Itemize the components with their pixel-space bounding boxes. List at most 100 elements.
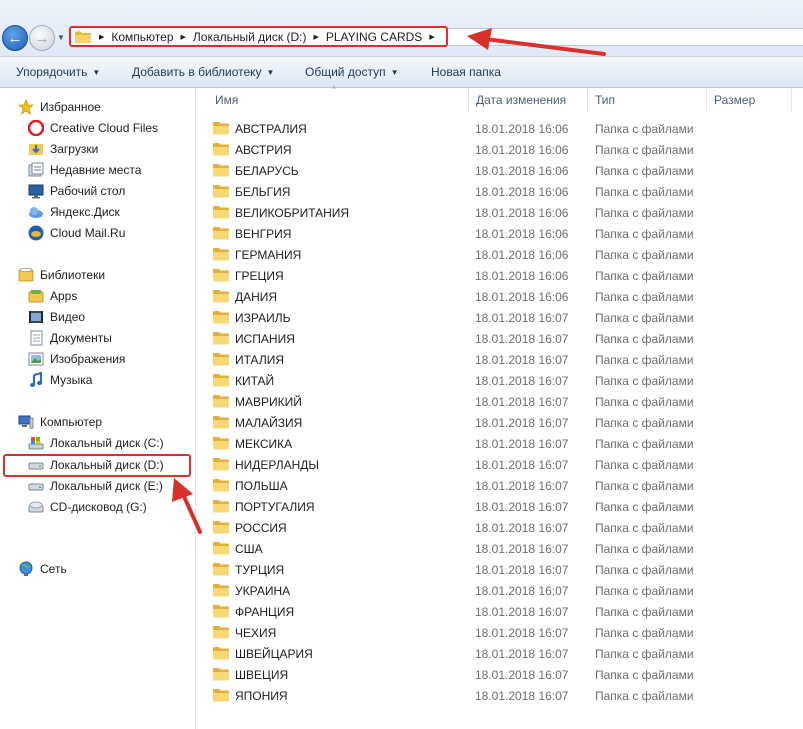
nav-favorites[interactable]: Избранное (18, 96, 101, 117)
table-row[interactable]: БЕЛЬГИЯ 18.01.2018 16:06 Папка с файлами (197, 181, 803, 202)
table-row[interactable]: ТУРЦИЯ 18.01.2018 16:07 Папка с файлами (197, 559, 803, 580)
column-divider[interactable] (706, 88, 707, 112)
downloads-folder-icon (28, 141, 44, 157)
nav-recent-places[interactable]: Недавние места (28, 159, 141, 180)
column-header-name[interactable]: Имя (215, 93, 238, 107)
recent-pages-dropdown[interactable]: ▼ (57, 33, 65, 42)
nav-yandex-disk[interactable]: Яндекс.Диск (28, 201, 120, 222)
nav-desktop[interactable]: Рабочий стол (28, 180, 125, 201)
network-icon (18, 561, 34, 577)
nav-apps[interactable]: Apps (28, 285, 77, 306)
forward-button[interactable]: → (29, 25, 55, 51)
table-row[interactable]: ПОЛЬША 18.01.2018 16:07 Папка с файлами (197, 475, 803, 496)
new-folder-button[interactable]: Новая папка (423, 65, 509, 79)
address-field-empty-area[interactable] (448, 28, 803, 46)
drive-icon (28, 478, 44, 494)
pictures-library-icon (28, 351, 44, 367)
column-header-type[interactable]: Тип (595, 93, 615, 107)
nav-libraries[interactable]: Библиотеки (18, 264, 105, 285)
table-row[interactable]: МАЛАЙЗИЯ 18.01.2018 16:07 Папка с файлами (197, 412, 803, 433)
system-drive-icon (28, 435, 44, 451)
file-name: ВЕНГРИЯ (235, 227, 292, 241)
table-row[interactable]: НИДЕРЛАНДЫ 18.01.2018 16:07 Папка с файлам… (197, 454, 803, 475)
file-name: РОССИЯ (235, 521, 287, 535)
column-divider[interactable] (587, 88, 588, 112)
column-header-size[interactable]: Размер (714, 93, 755, 107)
video-library-icon (28, 309, 44, 325)
table-row[interactable]: ФРАНЦИЯ 18.01.2018 16:07 Папка с файлами (197, 601, 803, 622)
back-button[interactable]: ← (2, 25, 28, 51)
table-row[interactable]: США 18.01.2018 16:07 Папка с файлами (197, 538, 803, 559)
breadcrumb-root-chevron[interactable]: ▶ (97, 33, 111, 41)
folder-icon (213, 121, 229, 135)
nav-creative-cloud-files[interactable]: Creative Cloud Files (28, 117, 158, 138)
share-button[interactable]: Общий доступ ▼ (297, 65, 407, 79)
table-row[interactable]: ИСПАНИЯ 18.01.2018 16:07 Папка с файлами (197, 328, 803, 349)
table-row[interactable]: ПОРТУГАЛИЯ 18.01.2018 16:07 Папка с файлам… (197, 496, 803, 517)
table-row[interactable]: АВСТРАЛИЯ 18.01.2018 16:06 Папка с файлами (197, 118, 803, 139)
table-row[interactable]: ЯПОНИЯ 18.01.2018 16:07 Папка с файлами (197, 685, 803, 706)
folder-icon (213, 205, 229, 219)
yandex-disk-icon (28, 204, 44, 220)
table-row[interactable]: РОССИЯ 18.01.2018 16:07 Папка с файлами (197, 517, 803, 538)
column-divider[interactable] (468, 88, 469, 112)
organize-button[interactable]: Упорядочить ▼ (8, 65, 108, 79)
file-date: 18.01.2018 16:06 (475, 290, 569, 304)
nav-disk-e[interactable]: Локальный диск (E:) (28, 475, 163, 496)
file-name: КИТАЙ (235, 374, 275, 388)
nav-pictures[interactable]: Изображения (28, 348, 125, 369)
table-row[interactable]: ВЕНГРИЯ 18.01.2018 16:06 Папка с файлами (197, 223, 803, 244)
breadcrumb-playing-cards[interactable]: PLAYING CARDS ▶ (326, 30, 442, 44)
column-divider[interactable] (791, 88, 792, 112)
nav-documents[interactable]: Документы (28, 327, 112, 348)
file-date: 18.01.2018 16:06 (475, 122, 569, 136)
table-row[interactable]: ДАНИЯ 18.01.2018 16:06 Папка с файлами (197, 286, 803, 307)
folder-icon (213, 394, 229, 408)
table-row[interactable]: ГЕРМАНИЯ 18.01.2018 16:06 Папка с файлами (197, 244, 803, 265)
nav-disk-c[interactable]: Локальный диск (C:) (28, 432, 164, 453)
table-row[interactable]: ШВЕЦИЯ 18.01.2018 16:07 Папка с файлами (197, 664, 803, 685)
folder-icon (213, 457, 229, 471)
nav-computer[interactable]: Компьютер (18, 411, 102, 432)
table-row[interactable]: АВСТРИЯ 18.01.2018 16:06 Папка с файлами (197, 139, 803, 160)
file-name: МАВРИКИЙ (235, 395, 302, 409)
breadcrumb[interactable]: ▶ Компьютер ▶ Локальный диск (D:) ▶ PLAYIN… (69, 26, 448, 47)
table-row[interactable]: ГРЕЦИЯ 18.01.2018 16:06 Папка с файлами (197, 265, 803, 286)
nav-network[interactable]: Сеть (18, 558, 67, 579)
file-type: Папка с файлами (595, 500, 694, 514)
table-row[interactable]: БЕЛАРУСЬ 18.01.2018 16:06 Папка с файлами (197, 160, 803, 181)
nav-video[interactable]: Видео (28, 306, 85, 327)
file-type: Папка с файлами (595, 479, 694, 493)
table-row[interactable]: МАВРИКИЙ 18.01.2018 16:07 Папка с файлами (197, 391, 803, 412)
folder-icon (213, 310, 229, 324)
folder-icon (213, 268, 229, 282)
table-row[interactable]: УКРАИНА 18.01.2018 16:07 Папка с файлами (197, 580, 803, 601)
nav-cloud-mail-ru[interactable]: Cloud Mail.Ru (28, 222, 125, 243)
libraries-icon (18, 267, 34, 283)
table-row[interactable]: ЧЕХИЯ 18.01.2018 16:07 Папка с файлами (197, 622, 803, 643)
nav-downloads[interactable]: Загрузки (28, 138, 98, 159)
table-row[interactable]: ШВЕЙЦАРИЯ 18.01.2018 16:07 Папка с файлами (197, 643, 803, 664)
table-row[interactable]: ИТАЛИЯ 18.01.2018 16:07 Папка с файлами (197, 349, 803, 370)
sort-ascending-icon: ^ (332, 85, 336, 94)
navigation-pane: Избранное Creative Cloud Files Загрузки … (0, 88, 196, 729)
computer-icon (18, 414, 34, 430)
file-type: Папка с файлами (595, 584, 694, 598)
add-to-library-button[interactable]: Добавить в библиотеку ▼ (124, 65, 282, 79)
file-date: 18.01.2018 16:06 (475, 185, 569, 199)
breadcrumb-computer[interactable]: Компьютер ▶ (111, 30, 193, 44)
file-date: 18.01.2018 16:06 (475, 206, 569, 220)
table-row[interactable]: КИТАЙ 18.01.2018 16:07 Папка с файлами (197, 370, 803, 391)
nav-cd-drive-g[interactable]: CD-дисковод (G:) (28, 496, 147, 517)
folder-icon (213, 562, 229, 576)
table-row[interactable]: МЕКСИКА 18.01.2018 16:07 Папка с файлами (197, 433, 803, 454)
breadcrumb-disk-d[interactable]: Локальный диск (D:) ▶ (193, 30, 326, 44)
file-date: 18.01.2018 16:07 (475, 626, 569, 640)
file-date: 18.01.2018 16:07 (475, 689, 569, 703)
table-row[interactable]: ИЗРАИЛЬ 18.01.2018 16:07 Папка с файлами (197, 307, 803, 328)
dropdown-arrow-icon: ▼ (92, 67, 101, 77)
column-header-date[interactable]: Дата изменения (476, 93, 566, 107)
file-date: 18.01.2018 16:07 (475, 584, 569, 598)
table-row[interactable]: ВЕЛИКОБРИТАНИЯ 18.01.2018 16:06 Папка с фа… (197, 202, 803, 223)
nav-music[interactable]: Музыка (28, 369, 92, 390)
